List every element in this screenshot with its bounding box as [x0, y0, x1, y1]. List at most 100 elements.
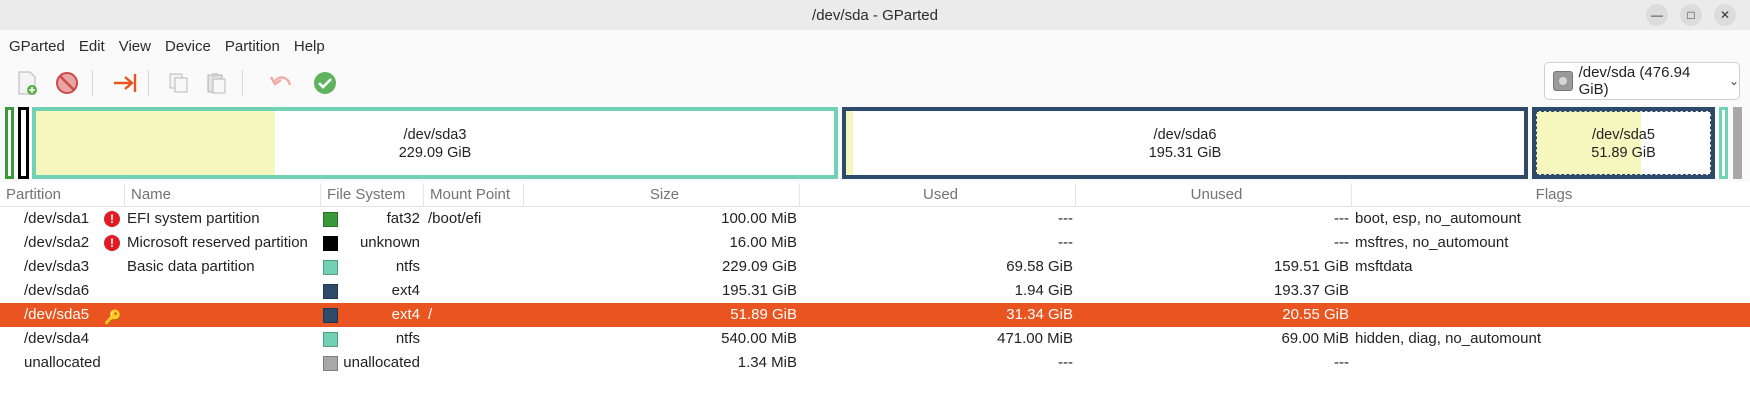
column-header-mount-point[interactable]: Mount Point: [423, 183, 523, 207]
column-header-unused[interactable]: Unused: [1075, 183, 1351, 207]
unused-cell: ---: [1334, 234, 1349, 251]
partition-block-sda4[interactable]: [1719, 107, 1728, 179]
flags-cell: [1355, 351, 1745, 375]
table-row[interactable]: unallocated unallocated 1.34 MiB --- ---: [0, 351, 1750, 375]
key-icon: 🔑: [104, 309, 122, 325]
toolbar-separator: [148, 70, 149, 96]
mount-point-cell: [428, 327, 520, 351]
new-partition-icon[interactable]: [10, 66, 44, 100]
name-cell: Basic data partition: [127, 258, 255, 275]
partition-block-sda3[interactable]: /dev/sda3 229.09 GiB: [32, 107, 838, 179]
table-row[interactable]: /dev/sda5 🔑 ext4 / 51.89 GiB 31.34 GiB 20.55 G…: [0, 303, 1750, 327]
minimize-icon[interactable]: —: [1646, 4, 1668, 26]
name-cell: EFI system partition: [127, 210, 260, 227]
partition-block-name: /dev/sda5: [1592, 127, 1655, 143]
menu-partition[interactable]: Partition: [218, 38, 287, 55]
partition-block-sda5[interactable]: /dev/sda5 51.89 GiB: [1532, 107, 1715, 179]
name-cell: [127, 303, 319, 327]
flags-cell: [1355, 303, 1745, 327]
unused-cell: 20.55 GiB: [1282, 306, 1349, 323]
flags-cell: msftdata: [1355, 258, 1413, 275]
flags-cell: [1355, 279, 1745, 303]
filesystem-cell: unknown: [359, 234, 420, 251]
size-cell: 229.09 GiB: [721, 258, 797, 275]
copy-icon[interactable]: [162, 66, 196, 100]
used-cell: ---: [1058, 234, 1073, 251]
filesystem-cell: unallocated: [343, 354, 420, 371]
window-title: /dev/sda - GParted: [812, 6, 938, 24]
partition-cell: /dev/sda5: [24, 306, 90, 323]
partition-table-header: Partition Name File System Mount Point S…: [0, 183, 1750, 207]
column-header-partition[interactable]: Partition: [0, 183, 124, 207]
menu-device[interactable]: Device: [158, 38, 218, 55]
flags-cell: msftres, no_automount: [1355, 234, 1509, 251]
partition-cell: /dev/sda1: [24, 210, 90, 227]
used-cell: ---: [1058, 210, 1073, 227]
size-cell: 100.00 MiB: [721, 210, 797, 227]
apply-icon[interactable]: [308, 66, 342, 100]
partition-cell: /dev/sda4: [24, 330, 90, 347]
partition-block-sda1[interactable]: [5, 107, 14, 179]
partition-block-size: 229.09 GiB: [398, 145, 472, 161]
partition-block-size: 51.89 GiB: [1591, 145, 1656, 161]
close-icon[interactable]: ✕: [1714, 4, 1736, 26]
mount-point-cell: [428, 351, 520, 375]
fs-color-swatch: [323, 212, 338, 227]
table-row[interactable]: /dev/sda3 Basic data partition ntfs 229.09 …: [0, 255, 1750, 279]
mount-point-cell: [428, 279, 520, 303]
paste-icon[interactable]: [200, 66, 234, 100]
name-cell: [127, 279, 319, 303]
table-row[interactable]: /dev/sda6 ext4 195.31 GiB 1.94 GiB 193.37 Gi…: [0, 279, 1750, 303]
menu-edit[interactable]: Edit: [72, 38, 112, 55]
toolbar-separator: [242, 70, 243, 96]
device-label: /dev/sda (476.94 GiB): [1578, 64, 1691, 98]
warning-icon: !: [104, 211, 120, 227]
toolbar: /dev/sda (476.94 GiB) ⌄: [0, 62, 1750, 104]
maximize-icon[interactable]: □: [1680, 4, 1702, 26]
column-header-file-system[interactable]: File System: [320, 183, 423, 207]
partition-block-unallocated[interactable]: [1733, 107, 1742, 179]
mount-point-cell: [428, 231, 520, 255]
column-header-used[interactable]: Used: [799, 183, 1075, 207]
flags-cell: boot, esp, no_automount: [1355, 210, 1521, 227]
title-bar: /dev/sda - GParted — □ ✕: [0, 0, 1750, 30]
partition-block-sda2[interactable]: [18, 107, 29, 179]
used-cell: 69.58 GiB: [1006, 258, 1073, 275]
table-row[interactable]: /dev/sda2! Microsoft reserved partition un…: [0, 231, 1750, 255]
disk-map: /dev/sda3 229.09 GiB /dev/sda6 195.31 Gi…: [0, 104, 1750, 182]
used-cell: 471.00 MiB: [997, 330, 1073, 347]
resize-move-icon[interactable]: [108, 66, 142, 100]
unused-cell: ---: [1334, 210, 1349, 227]
used-cell: 1.94 GiB: [1014, 282, 1073, 299]
device-selector[interactable]: /dev/sda (476.94 GiB) ⌄: [1544, 62, 1740, 100]
column-header-size[interactable]: Size: [523, 183, 799, 207]
menu-help[interactable]: Help: [287, 38, 332, 55]
menu-bar: GParted Edit View Device Partition Help: [0, 30, 1750, 62]
partition-block-label: /dev/sda3 229.09 GiB: [36, 126, 834, 162]
partition-block-name: /dev/sda6: [1153, 127, 1217, 143]
partition-cell: /dev/sda2: [24, 234, 90, 251]
unused-cell: 69.00 MiB: [1281, 330, 1349, 347]
size-cell: 16.00 MiB: [729, 234, 797, 251]
filesystem-cell: fat32: [386, 210, 420, 227]
partition-cell: /dev/sda6: [24, 282, 90, 299]
used-cell: 31.34 GiB: [1006, 306, 1073, 323]
chevron-down-icon: ⌄: [1728, 74, 1739, 88]
unused-cell: ---: [1334, 354, 1349, 371]
delete-icon[interactable]: [50, 66, 84, 100]
fs-color-swatch: [323, 260, 338, 275]
table-row[interactable]: /dev/sda4 ntfs 540.00 MiB 471.00 MiB 69.00 M…: [0, 327, 1750, 351]
partition-block-sda6[interactable]: /dev/sda6 195.31 GiB: [842, 107, 1528, 179]
filesystem-cell: ntfs: [395, 258, 420, 275]
undo-icon[interactable]: [264, 66, 298, 100]
menu-gparted[interactable]: GParted: [2, 38, 72, 55]
partition-block-name: /dev/sda3: [403, 127, 467, 143]
toolbar-separator: [92, 70, 93, 96]
column-header-name[interactable]: Name: [124, 183, 320, 207]
fs-color-swatch: [323, 284, 338, 299]
column-header-flags[interactable]: Flags: [1351, 183, 1750, 207]
menu-view[interactable]: View: [112, 38, 158, 55]
partition-block-label: /dev/sda6 195.31 GiB: [846, 126, 1524, 162]
filesystem-cell: ntfs: [395, 330, 420, 347]
table-row[interactable]: /dev/sda1! EFI system partition fat32/boot…: [0, 207, 1750, 231]
